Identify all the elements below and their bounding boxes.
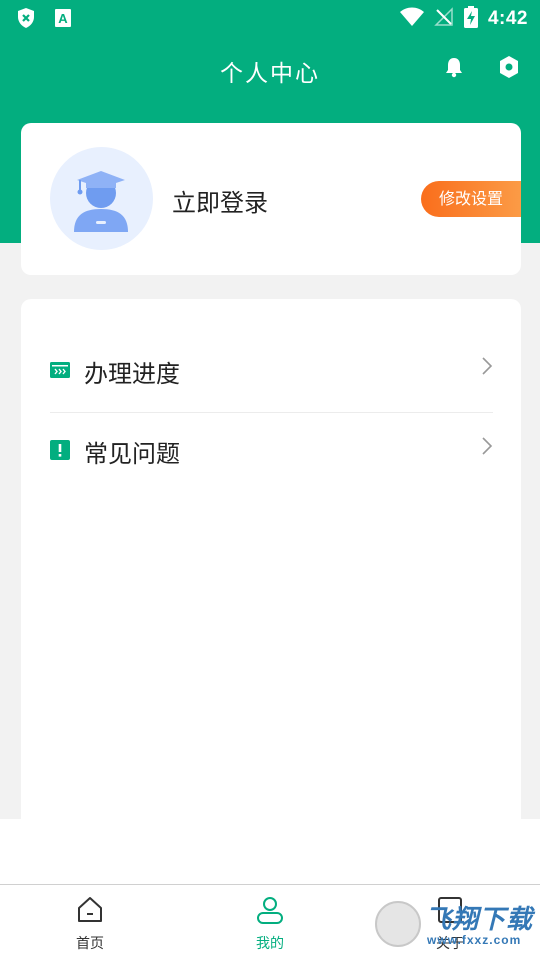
a-letter-icon: A	[54, 7, 72, 33]
watermark-text: 飞翔下载	[425, 905, 534, 935]
menu-item-label: 常见问题	[84, 440, 180, 468]
chevron-right-icon	[481, 436, 493, 460]
nav-mine[interactable]: 我的	[210, 885, 330, 960]
modify-settings-button[interactable]: 修改设置	[421, 181, 521, 217]
graduate-avatar-icon	[74, 171, 128, 232]
progress-icon	[50, 360, 70, 380]
no-signal-icon	[434, 7, 454, 31]
menu-item-faq[interactable]: 常见问题	[50, 414, 493, 494]
menu-item-progress[interactable]: 办理进度	[50, 334, 493, 414]
watermark-circle-icon	[375, 901, 421, 947]
nav-label: 我的	[256, 936, 284, 952]
svg-text:A: A	[58, 11, 68, 26]
settings-icon[interactable]	[498, 55, 520, 83]
profile-card: 立即登录 修改设置	[21, 123, 521, 275]
content-spacer	[0, 819, 540, 885]
status-time: 4:42	[487, 8, 528, 29]
avatar[interactable]	[50, 147, 153, 250]
status-bar: A 4:42	[0, 0, 540, 36]
login-link[interactable]: 立即登录	[172, 183, 268, 218]
battery-charging-icon	[463, 6, 478, 32]
home-icon	[75, 895, 105, 929]
chevron-right-icon	[481, 356, 493, 380]
nav-label: 首页	[76, 936, 104, 952]
menu-item-label: 办理进度	[84, 360, 180, 388]
bell-icon[interactable]	[443, 56, 465, 82]
header: 个人中心	[0, 36, 540, 100]
user-icon	[255, 895, 285, 929]
watermark-logo: 飞翔下载 www.fxxz.com	[373, 897, 533, 953]
wifi-icon	[399, 7, 424, 31]
watermark-url: www.fxxz.com	[427, 933, 522, 947]
shield-x-icon	[16, 7, 36, 33]
menu-card: 办理进度 常见问题	[21, 299, 521, 819]
faq-icon	[50, 440, 70, 460]
nav-home[interactable]: 首页	[30, 885, 150, 960]
divider	[50, 412, 493, 413]
